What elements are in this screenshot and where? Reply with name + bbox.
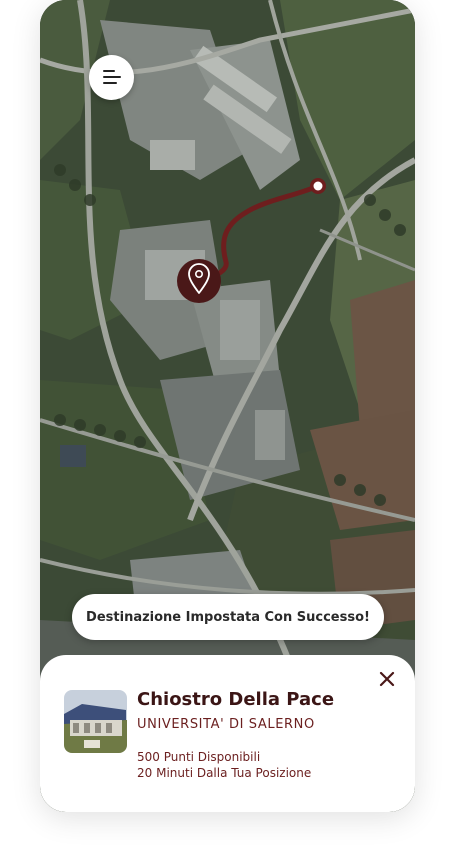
place-card[interactable]: Chiostro Della Pace UNIVERSITA' DI SALER… (40, 655, 415, 812)
close-icon (379, 671, 395, 687)
close-button[interactable] (377, 669, 397, 689)
points-info: 500 Punti Disponibili (137, 750, 261, 764)
destination-dot-icon (310, 178, 326, 194)
distance-info: 20 Minuti Dalla Tua Posizione (137, 766, 312, 780)
success-toast: Destinazione Impostata Con Successo! (72, 594, 384, 640)
satellite-map[interactable] (40, 0, 415, 690)
place-subtitle: UNIVERSITA' DI SALERNO (137, 717, 315, 732)
menu-button[interactable] (89, 55, 134, 100)
toast-message: Destinazione Impostata Con Successo! (86, 609, 370, 625)
place-title: Chiostro Della Pace (137, 689, 335, 710)
place-thumbnail (64, 690, 127, 753)
phone-frame: Destinazione Impostata Con Successo! Chi… (40, 0, 415, 812)
location-pin-icon (177, 259, 221, 303)
